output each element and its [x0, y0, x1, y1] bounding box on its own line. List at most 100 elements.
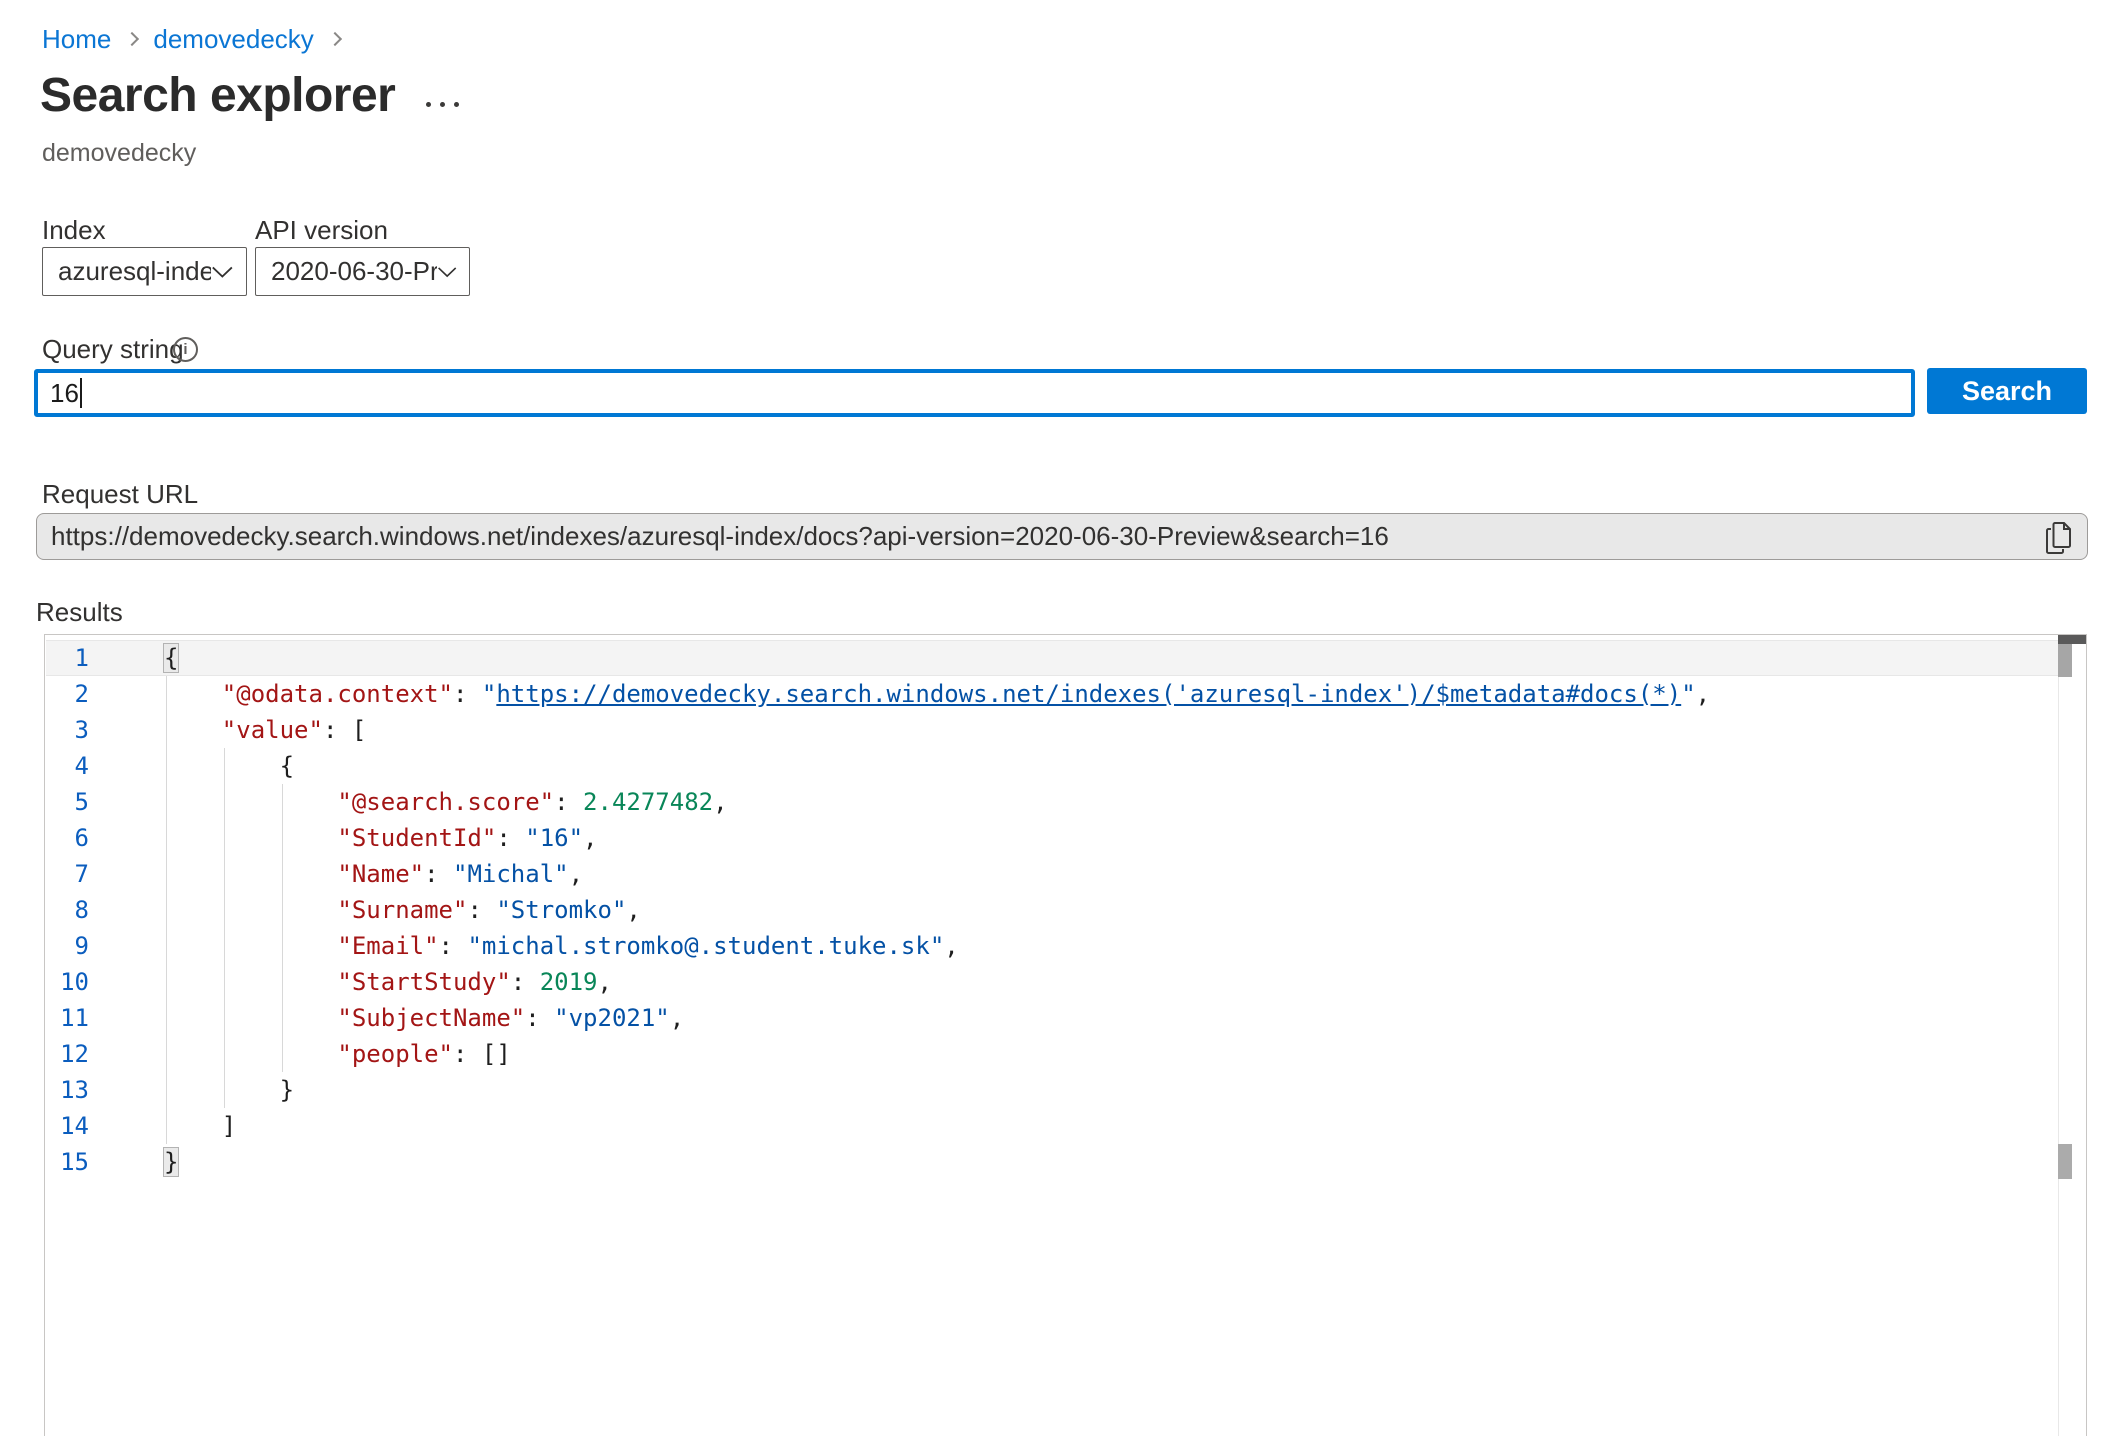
page-title: Search explorer [40, 68, 395, 123]
code-token: : [511, 968, 540, 996]
search-button[interactable]: Search [1927, 368, 2087, 414]
code-token: } [280, 1076, 294, 1104]
editor-line[interactable]: 11 "SubjectName": "vp2021", [45, 1000, 2058, 1036]
request-url-label: Request URL [42, 479, 198, 510]
results-editor[interactable]: 1{2 "@odata.context": "https://demovedec… [44, 634, 2087, 1436]
code-token [164, 752, 280, 780]
code-token: 2019 [540, 968, 598, 996]
index-dropdown-value: azuresql-index [58, 256, 211, 287]
indent-guide [282, 784, 283, 1072]
code-token [164, 716, 222, 744]
line-number: 15 [45, 1144, 89, 1180]
code-token: : [467, 896, 496, 924]
code-token [164, 1076, 280, 1104]
copy-button[interactable] [2041, 520, 2075, 554]
code-line: "people": [] [164, 1036, 511, 1072]
code-token: "StartStudy" [337, 968, 510, 996]
editor-line[interactable]: 6 "StudentId": "16", [45, 820, 2058, 856]
line-number: 12 [45, 1036, 89, 1072]
code-token: "Michal" [453, 860, 569, 888]
scrollbar-top-shadow [2058, 635, 2086, 644]
page-subtitle: demovedecky [42, 139, 196, 168]
editor-line[interactable]: 9 "Email": "michal.stromko@.student.tuke… [45, 928, 2058, 964]
code-token: "StudentId" [337, 824, 496, 852]
odata-context-link[interactable]: https://demovedecky.search.windows.net/i… [496, 680, 1681, 708]
line-number: 6 [45, 820, 89, 856]
copy-icon [2045, 521, 2072, 554]
code-token [164, 1040, 337, 1068]
search-explorer-page: Home demovedecky Search explorer demoved… [0, 0, 2102, 1436]
code-line: ] [164, 1108, 236, 1144]
editor-line[interactable]: 4 { [45, 748, 2058, 784]
code-token [164, 860, 337, 888]
code-token [164, 824, 337, 852]
breadcrumb-separator-icon [328, 31, 342, 45]
scrollbar-thumb[interactable] [2058, 644, 2072, 677]
code-token: "Surname" [337, 896, 467, 924]
code-token [164, 1004, 337, 1032]
line-number: 3 [45, 712, 89, 748]
editor-lines: 1{2 "@odata.context": "https://demovedec… [45, 635, 2086, 1436]
code-token: : [439, 932, 468, 960]
breadcrumb-demovedecky-link[interactable]: demovedecky [153, 24, 313, 55]
index-dropdown[interactable]: azuresql-index [42, 247, 247, 296]
code-token: : [ [323, 716, 366, 744]
ellipsis-icon [426, 102, 431, 107]
results-label: Results [36, 597, 123, 628]
editor-line[interactable]: 14 ] [45, 1108, 2058, 1144]
code-token: ] [222, 1112, 236, 1140]
indent-guide [224, 748, 225, 1108]
breadcrumb: Home demovedecky [42, 24, 340, 55]
code-token: , [626, 896, 640, 924]
info-icon[interactable]: i [173, 337, 198, 362]
editor-line[interactable]: 3 "value": [ [45, 712, 2058, 748]
line-number: 9 [45, 928, 89, 964]
code-token: "vp2021" [554, 1004, 670, 1032]
line-number: 11 [45, 1000, 89, 1036]
line-number: 5 [45, 784, 89, 820]
query-string-label: Query string [42, 334, 184, 365]
line-number: 2 [45, 676, 89, 712]
code-token: , [597, 968, 611, 996]
line-number: 7 [45, 856, 89, 892]
code-token: : [] [453, 1040, 511, 1068]
line-number: 13 [45, 1072, 89, 1108]
breadcrumb-home-link[interactable]: Home [42, 24, 111, 55]
code-token: : [554, 788, 583, 816]
request-url-value: https://demovedecky.search.windows.net/i… [51, 521, 1389, 552]
line-number: 1 [45, 640, 89, 676]
more-options-button[interactable] [420, 96, 465, 113]
code-token: "Stromko" [496, 896, 626, 924]
code-token: "Email" [337, 932, 438, 960]
editor-line[interactable]: 1{ [45, 640, 2058, 676]
code-token: : [496, 824, 525, 852]
editor-line[interactable]: 13 } [45, 1072, 2058, 1108]
chevron-down-icon [437, 265, 457, 279]
chevron-down-icon [211, 265, 234, 279]
code-line: "StartStudy": 2019, [164, 964, 612, 1000]
ellipsis-icon [440, 102, 445, 107]
line-number: 8 [45, 892, 89, 928]
index-label: Index [42, 215, 106, 246]
query-string-input[interactable]: 16 [34, 369, 1915, 417]
api-version-dropdown[interactable]: 2020-06-30-Pre... [255, 247, 470, 296]
editor-line[interactable]: 12 "people": [] [45, 1036, 2058, 1072]
code-token: : [453, 680, 482, 708]
breadcrumb-separator-icon [125, 31, 139, 45]
code-token: , [713, 788, 727, 816]
code-token: "michal.stromko@.student.tuke.sk" [467, 932, 944, 960]
editor-line[interactable]: 5 "@search.score": 2.4277482, [45, 784, 2058, 820]
editor-line[interactable]: 7 "Name": "Michal", [45, 856, 2058, 892]
code-line: "StudentId": "16", [164, 820, 598, 856]
editor-line[interactable]: 10 "StartStudy": 2019, [45, 964, 2058, 1000]
overview-ruler-mark [2058, 1144, 2072, 1179]
editor-line[interactable]: 2 "@odata.context": "https://demovedecky… [45, 676, 2058, 712]
editor-line[interactable]: 8 "Surname": "Stromko", [45, 892, 2058, 928]
code-line: "SubjectName": "vp2021", [164, 1000, 684, 1036]
code-token: , [569, 860, 583, 888]
editor-line[interactable]: 15} [45, 1144, 2058, 1180]
request-url-field[interactable]: https://demovedecky.search.windows.net/i… [36, 513, 2088, 560]
code-token: "Name" [337, 860, 424, 888]
code-line: "@search.score": 2.4277482, [164, 784, 728, 820]
code-token [164, 1112, 222, 1140]
